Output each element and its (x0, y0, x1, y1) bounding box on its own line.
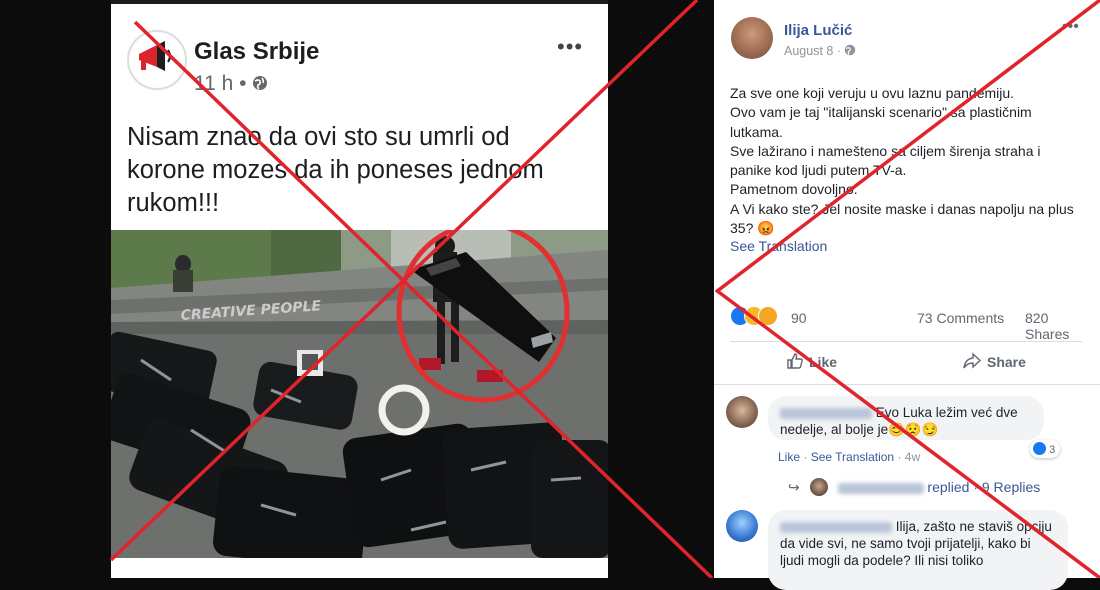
cross-line (133, 20, 714, 578)
cross-line (714, 0, 1100, 294)
cross-line (714, 288, 1100, 578)
cross-out-overlay (109, 0, 1100, 578)
